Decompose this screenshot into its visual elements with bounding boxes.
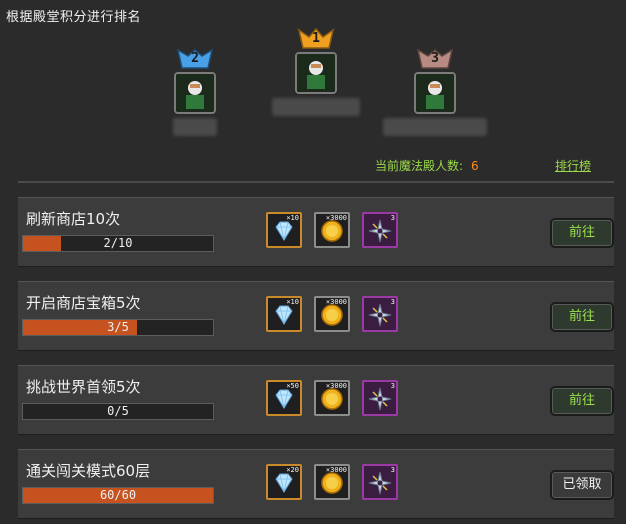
shuriken-icon	[368, 219, 392, 243]
reward-gold-coin[interactable]: ×3000	[314, 380, 350, 416]
quest-progress-bar: 0/5	[22, 403, 214, 420]
diamond-icon	[275, 389, 293, 409]
quest-progress-text: 0/5	[107, 404, 129, 418]
reward-gold-coin[interactable]: ×3000	[314, 212, 350, 248]
player-name-blurred	[272, 98, 360, 116]
quest-progress-text: 60/60	[99, 488, 137, 502]
gold-coin-icon	[321, 304, 343, 326]
quest-title: 通关闯关模式60层	[26, 462, 151, 480]
avatar	[414, 72, 456, 114]
page-title: 根据殿堂积分进行排名	[6, 10, 142, 25]
quest-row: 刷新商店10次 2/10 ×10 ×3000 3 前往	[18, 197, 614, 267]
shuriken-icon	[368, 471, 392, 495]
hall-population: 当前魔法殿人数: 6	[375, 157, 479, 174]
quest-row: 通关闯关模式60层 60/60 ×20 ×3000 3 已领取	[18, 449, 614, 519]
quest-title: 挑战世界首领5次	[26, 378, 141, 396]
reward-amount: ×50	[286, 382, 299, 390]
avatar	[174, 72, 216, 114]
divider	[18, 181, 614, 183]
reward-amount: ×3000	[325, 466, 347, 474]
quest-title: 刷新商店10次	[26, 210, 121, 228]
go-button[interactable]: 前往	[550, 386, 614, 416]
reward-shuriken[interactable]: 3	[362, 380, 398, 416]
diamond-icon	[275, 473, 293, 493]
shuriken-icon	[368, 303, 392, 327]
reward-amount: ×3000	[325, 214, 347, 222]
quest-progress-text: 2/10	[103, 236, 133, 250]
medal-rank-number: 3	[431, 51, 439, 66]
medal-rank-number: 2	[191, 51, 199, 66]
diamond-icon	[275, 305, 293, 325]
podium-rank-1[interactable]: 1	[272, 27, 360, 116]
quest-progress-bar: 3/5	[22, 319, 214, 336]
reward-shuriken[interactable]: 3	[362, 296, 398, 332]
gold-coin-icon	[321, 388, 343, 410]
podium-rank-3[interactable]: 3	[383, 48, 487, 136]
quest-progress-bar: 60/60	[22, 487, 214, 504]
quest-row: 挑战世界首领5次 0/5 ×50 ×3000 3 前往	[18, 365, 614, 435]
reward-amount: ×10	[286, 298, 299, 306]
podium-rank-2[interactable]: 2	[160, 48, 230, 136]
player-name-blurred	[383, 118, 487, 136]
reward-shuriken[interactable]: 3	[362, 464, 398, 500]
reward-amount: ×3000	[325, 298, 347, 306]
go-button[interactable]: 前往	[550, 218, 614, 248]
reward-diamond[interactable]: ×10	[266, 212, 302, 248]
medal-rank-3-icon: 3	[416, 48, 454, 70]
gold-coin-icon	[321, 472, 343, 494]
gold-coin-icon	[321, 220, 343, 242]
reward-gold-coin[interactable]: ×3000	[314, 296, 350, 332]
reward-amount: ×3000	[325, 382, 347, 390]
ranking-link[interactable]: 排行榜	[555, 157, 591, 174]
reward-amount: 3	[390, 382, 395, 390]
reward-amount: 3	[390, 466, 395, 474]
go-button[interactable]: 前往	[550, 302, 614, 332]
reward-gold-coin[interactable]: ×3000	[314, 464, 350, 500]
quest-title: 开启商店宝箱5次	[26, 294, 141, 312]
reward-diamond[interactable]: ×20	[266, 464, 302, 500]
hall-population-label: 当前魔法殿人数:	[375, 159, 464, 173]
diamond-icon	[275, 221, 293, 241]
quest-row: 开启商店宝箱5次 3/5 ×10 ×3000 3 前往	[18, 281, 614, 351]
hall-population-count: 6	[471, 159, 479, 173]
reward-amount: ×20	[286, 466, 299, 474]
quest-progress-bar: 2/10	[22, 235, 214, 252]
reward-amount: 3	[390, 298, 395, 306]
reward-diamond[interactable]: ×10	[266, 296, 302, 332]
shuriken-icon	[368, 387, 392, 411]
player-name-blurred	[173, 118, 217, 136]
medal-rank-number: 1	[312, 31, 320, 46]
medal-rank-1-icon: 1	[297, 27, 335, 50]
reward-amount: ×10	[286, 214, 299, 222]
claimed-button[interactable]: 已领取	[550, 470, 614, 500]
reward-amount: 3	[390, 214, 395, 222]
reward-diamond[interactable]: ×50	[266, 380, 302, 416]
quest-progress-text: 3/5	[107, 320, 129, 334]
medal-rank-2-icon: 2	[176, 48, 214, 70]
avatar	[295, 52, 337, 94]
reward-shuriken[interactable]: 3	[362, 212, 398, 248]
